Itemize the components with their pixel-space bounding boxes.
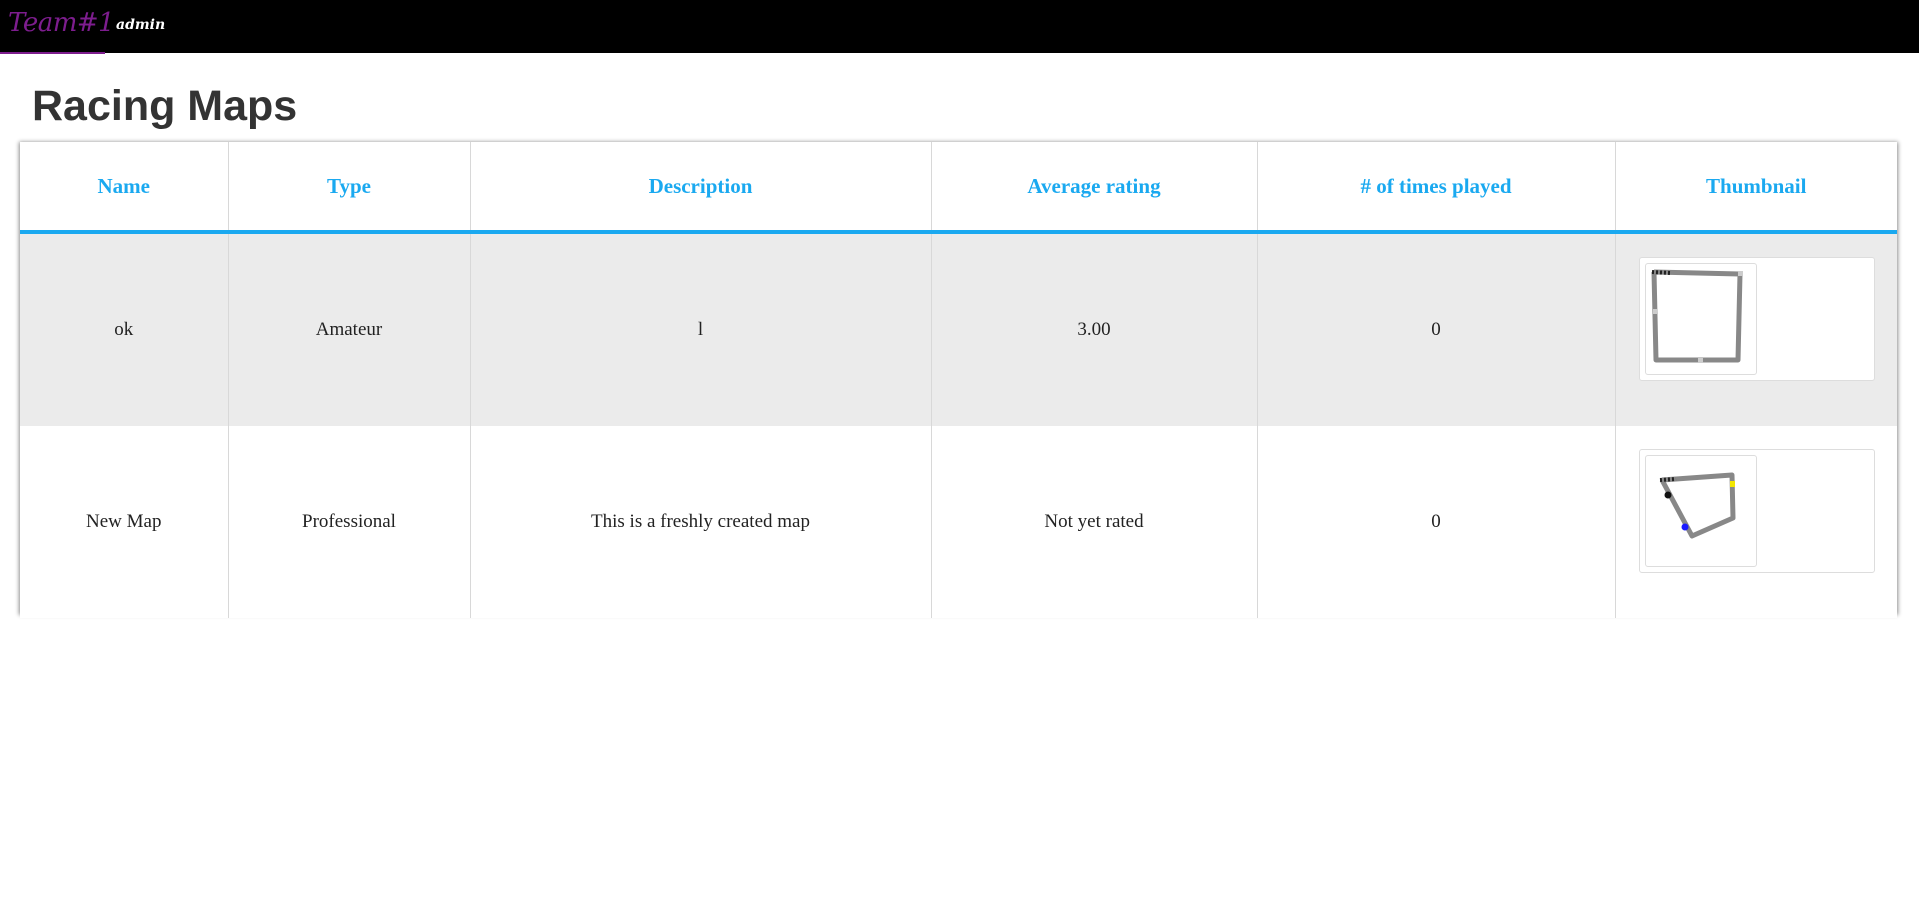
cell-times-played: 0 [1257,232,1616,426]
admin-user-link[interactable]: admin [116,17,165,33]
table-header-row: Name Type Description Average rating # o… [20,142,1897,234]
column-header-thumbnail[interactable]: Thumbnail [1615,142,1897,234]
cell-description: l [470,232,932,426]
cell-name: New Map [20,426,229,618]
table-row[interactable]: ok Amateur l 3.00 0 [20,232,1897,426]
map-thumbnail-polygon-track-icon[interactable] [1644,455,1757,567]
cell-type: Amateur [228,232,471,426]
cell-type: Professional [228,426,471,618]
maps-table-container: Name Type Description Average rating # o… [20,142,1897,618]
column-header-name[interactable]: Name [20,142,229,234]
brand-active-underline [0,52,105,54]
page-title: Racing Maps [32,82,298,130]
table-row[interactable]: New Map Professional This is a freshly c… [20,426,1897,618]
cell-thumbnail [1615,426,1897,618]
thumbnail-frame [1638,257,1875,381]
cell-description: This is a freshly created map [470,426,932,618]
column-header-type[interactable]: Type [228,142,471,234]
map-thumbnail-square-track-icon[interactable] [1644,263,1757,375]
cell-name: ok [20,232,229,426]
maps-table: Name Type Description Average rating # o… [20,142,1897,618]
cell-average-rating: 3.00 [931,232,1258,426]
column-header-description[interactable]: Description [470,142,932,234]
column-header-times-played[interactable]: # of times played [1257,142,1616,234]
column-header-average-rating[interactable]: Average rating [931,142,1258,234]
navbar: Team#1 admin [0,0,1919,54]
cell-thumbnail [1615,232,1897,426]
brand-logo[interactable]: Team#1 [8,8,115,38]
thumbnail-frame [1638,449,1875,573]
cell-average-rating: Not yet rated [931,426,1258,618]
cell-times-played: 0 [1257,426,1616,618]
